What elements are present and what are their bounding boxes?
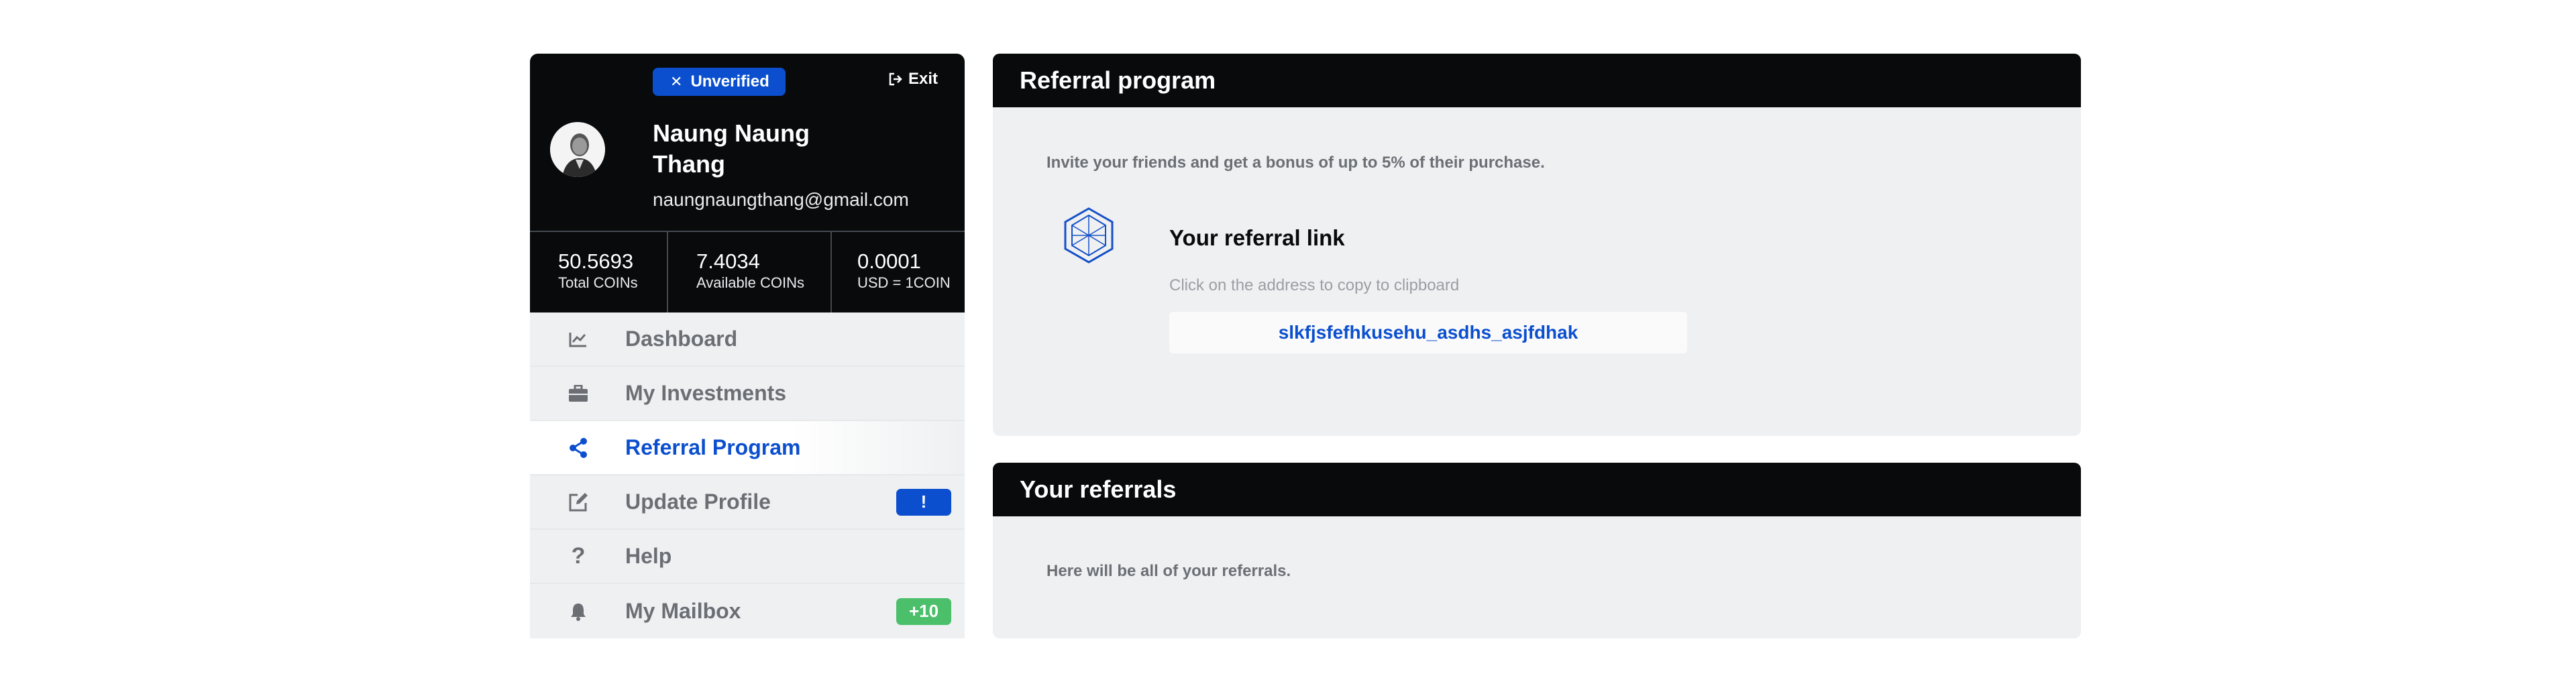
status-badge-label: Unverified [690, 72, 769, 91]
stat-label: Available COINs [696, 274, 804, 291]
stat-value: 7.4034 [696, 249, 760, 273]
sidebar-item-help[interactable]: ? Help [530, 530, 965, 584]
close-icon: ✕ [670, 73, 683, 90]
briefcase-icon [568, 383, 589, 404]
referral-link-title: Your referral link [1169, 225, 1345, 250]
question-icon: ? [571, 543, 586, 569]
sidebar-item-referral-program[interactable]: Referral Program [530, 421, 965, 475]
sidebar-item-label: Help [625, 544, 672, 568]
user-name: Naung Naung Thang [653, 119, 810, 178]
stat-total-coins: 50.5693 Total COINs [530, 232, 667, 312]
sidebar-menu: Dashboard My Investments Referral Progra… [530, 312, 965, 638]
sidebar-item-label: Update Profile [625, 490, 771, 514]
stat-value: 50.5693 [558, 249, 634, 273]
sidebar-item-label: Dashboard [625, 327, 738, 351]
stat-available-coins: 7.4034 Available COINs [667, 232, 830, 312]
status-badge: ✕ Unverified [653, 68, 786, 96]
sidebar-item-my-investments[interactable]: My Investments [530, 367, 965, 421]
exit-button[interactable]: Exit [888, 70, 938, 89]
stat-coin-rate: 0.0001 USD = 1COIN [830, 232, 965, 312]
card-title: Referral program [993, 54, 2081, 107]
sign-out-icon [889, 72, 902, 86]
page: ✕ Unverified Exit Naung Naung Thang naun… [0, 0, 2576, 684]
sidebar-item-label: My Mailbox [625, 599, 741, 623]
referral-link-hint: Click on the address to copy to clipboar… [1169, 276, 1460, 294]
referral-description: Invite your friends and get a bonus of u… [1046, 154, 1545, 172]
referrals-empty-text: Here will be all of your referrals. [1046, 562, 1291, 580]
card-title: Your referrals [993, 463, 2081, 516]
stat-label: USD = 1COIN [857, 274, 951, 291]
sidebar-item-update-profile[interactable]: Update Profile ! [530, 475, 965, 530]
notification-count-badge: +10 [896, 597, 951, 625]
chart-line-icon [568, 329, 589, 350]
stat-value: 0.0001 [857, 249, 921, 273]
sidebar-item-dashboard[interactable]: Dashboard [530, 312, 965, 367]
alert-badge: ! [896, 488, 951, 516]
stat-label: Total COINs [558, 274, 638, 291]
avatar-image [550, 122, 605, 177]
referral-program-card: Referral program Invite your friends and… [993, 54, 2081, 436]
edit-icon [568, 492, 589, 513]
sidebar-item-my-mailbox[interactable]: My Mailbox +10 [530, 584, 965, 638]
sidebar-item-label: Referral Program [625, 435, 801, 459]
sidebar-item-label: My Investments [625, 381, 787, 405]
bell-icon [568, 601, 589, 622]
share-icon [568, 437, 589, 459]
referral-link-copy-field[interactable]: slkfjsfefhkusehu_asdhs_asjfdhak [1169, 312, 1687, 353]
avatar[interactable] [550, 122, 605, 177]
your-referrals-card: Your referrals Here will be all of your … [993, 463, 2081, 638]
stats-bar: 50.5693 Total COINs 7.4034 Available COI… [530, 231, 965, 312]
profile-header: ✕ Unverified Exit Naung Naung Thang naun… [530, 54, 965, 312]
referral-hexagon-icon [1060, 207, 1118, 264]
exit-label: Exit [908, 70, 938, 88]
user-email: naungnaungthang@gmail.com [653, 189, 909, 210]
sidebar: ✕ Unverified Exit Naung Naung Thang naun… [530, 54, 965, 638]
